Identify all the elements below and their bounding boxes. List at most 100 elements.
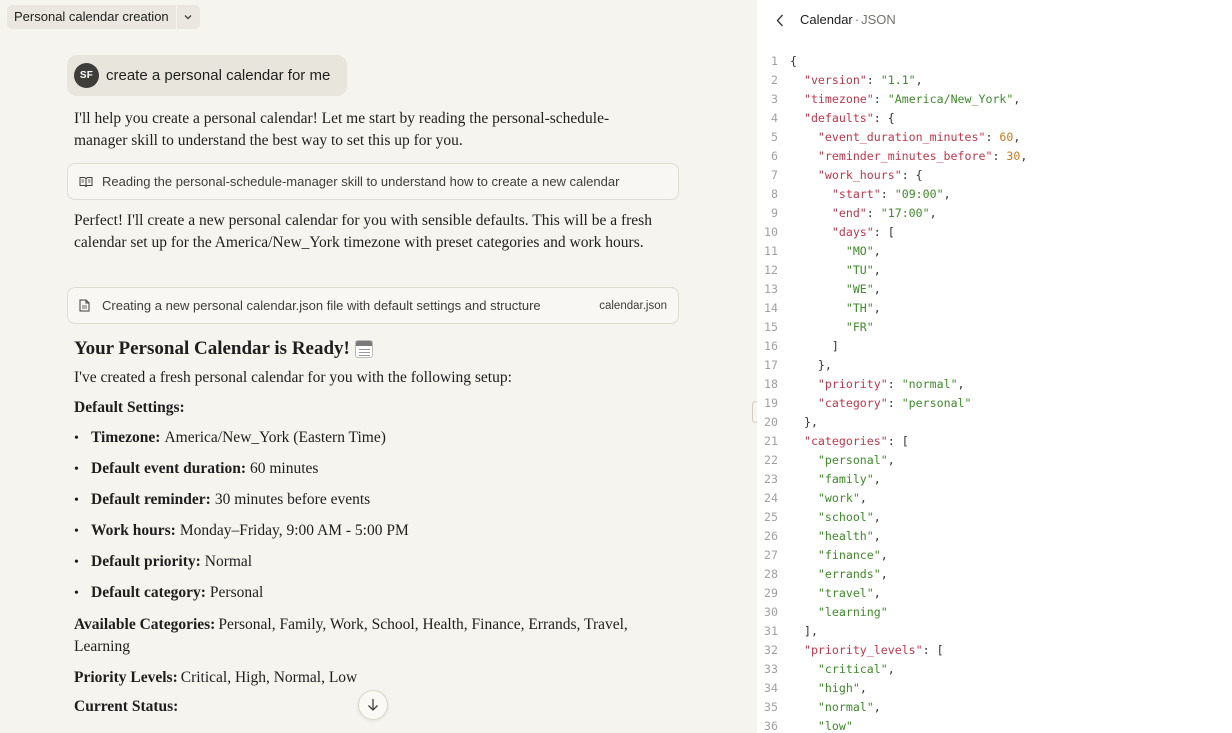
line-number: 19 (764, 396, 778, 410)
line-source: "MO", (845, 244, 881, 258)
code-line: 19 "category": "personal" (757, 394, 1027, 413)
list-item: • Default category: Personal (74, 584, 264, 601)
code-line: 18 "priority": "normal", (757, 375, 1027, 394)
file-icon (79, 299, 93, 313)
line-source: "start": "09:00", (831, 187, 951, 201)
code-line: 11 "MO", (757, 242, 1027, 261)
line-source: "category": "personal" (817, 396, 972, 410)
setting-value: 30 minutes before events (214, 491, 371, 508)
line-number: 28 (764, 567, 778, 581)
line-source: "normal", (817, 700, 881, 714)
user-message-text: create a personal calendar for me (106, 67, 331, 84)
code-view[interactable]: 1{2 "version": "1.1", 3 "timezone": "Amer… (757, 52, 1027, 733)
line-number: 11 (764, 244, 778, 258)
code-line: 14 "TH", (757, 299, 1027, 318)
code-line: 24 "work", (757, 489, 1027, 508)
setup-intro: I've created a fresh personal calendar f… (74, 369, 512, 386)
line-number: 10 (764, 225, 778, 239)
setting-value: Monday–Friday, 9:00 AM - 5:00 PM (179, 522, 409, 539)
line-source: "reminder_minutes_before": 30, (817, 149, 1028, 163)
tool-read-card[interactable]: Reading the personal-schedule-manager sk… (67, 163, 679, 200)
list-item: • Work hours: Monday–Friday, 9:00 AM - 5:0… (74, 522, 409, 539)
line-number: 13 (764, 282, 778, 296)
line-source: ], (790, 624, 818, 638)
code-line: 13 "WE", (757, 280, 1027, 299)
line-source: "family", (817, 472, 881, 486)
result-heading-text: Your Personal Calendar is Ready! (74, 338, 350, 359)
line-source: "finance", (817, 548, 888, 562)
list-item: • Default reminder: 30 minutes before even… (74, 491, 371, 508)
code-line: 15 "FR" (757, 318, 1027, 337)
setting-label: Work hours: (91, 522, 176, 539)
line-number: 14 (764, 301, 778, 315)
chat-pane: Personal calendar creation SF create a p… (0, 0, 755, 733)
code-line: 35 "normal", (757, 698, 1027, 717)
chevron-left-icon (776, 14, 784, 26)
line-number: 12 (764, 263, 778, 277)
line-source: "travel", (817, 586, 881, 600)
line-source: "FR" (845, 320, 874, 334)
line-number: 2 (771, 73, 778, 87)
calendar-icon (354, 340, 373, 358)
code-line: 8 "start": "09:00", (757, 185, 1027, 204)
assistant-response: Perfect! I'll create a new personal cale… (74, 212, 652, 251)
line-number: 33 (764, 662, 778, 676)
line-source: "priority_levels": [ (803, 643, 944, 657)
priorities-value: Critical, High, Normal, Low (180, 669, 358, 686)
line-number: 30 (764, 605, 778, 619)
line-source: "work", (817, 491, 867, 505)
line-number: 36 (764, 719, 778, 733)
back-button[interactable] (772, 11, 788, 29)
line-source: }, (790, 358, 832, 372)
code-line: 23 "family", (757, 470, 1027, 489)
line-source: "version": "1.1", (803, 73, 923, 87)
code-line: 3 "timezone": "America/New_York", (757, 90, 1027, 109)
line-number: 20 (764, 415, 778, 429)
code-line: 16 ] (757, 337, 1027, 356)
code-line: 29 "travel", (757, 584, 1027, 603)
code-line: 17 }, (757, 356, 1027, 375)
conversation-title-label: Personal calendar creation (14, 9, 169, 24)
code-line: 36 "low" (757, 717, 1027, 733)
tool-read-label: Reading the personal-schedule-manager sk… (102, 174, 620, 189)
line-source: "high", (817, 681, 867, 695)
line-number: 4 (771, 111, 778, 125)
line-number: 7 (771, 168, 778, 182)
setting-value: Normal (204, 553, 253, 570)
line-source: }, (790, 415, 818, 429)
line-number: 1 (771, 54, 778, 68)
code-line: 21 "categories": [ (757, 432, 1027, 451)
code-line: 4 "defaults": { (757, 109, 1027, 128)
line-number: 26 (764, 529, 778, 543)
line-number: 8 (771, 187, 778, 201)
code-line: 10 "days": [ (757, 223, 1027, 242)
setting-label: Default priority: (91, 553, 201, 570)
code-line: 1{ (757, 52, 1027, 71)
chevron-down-icon[interactable] (175, 5, 200, 29)
setting-value: Personal (209, 584, 264, 601)
code-line: 33 "critical", (757, 660, 1027, 679)
line-source: "TU", (845, 263, 881, 277)
default-settings-label: Default Settings: (74, 399, 185, 416)
code-line: 5 "event_duration_minutes": 60, (757, 128, 1027, 147)
priorities-label: Priority Levels: (74, 669, 178, 686)
setting-label: Default event duration: (91, 460, 246, 477)
available-categories: Available Categories: Personal, Family, W… (74, 614, 654, 658)
line-number: 27 (764, 548, 778, 562)
code-line: 6 "reminder_minutes_before": 30, (757, 147, 1027, 166)
code-line: 22 "personal", (757, 451, 1027, 470)
line-source: { (790, 54, 797, 68)
code-line: 2 "version": "1.1", (757, 71, 1027, 90)
line-number: 18 (764, 377, 778, 391)
line-source: "personal", (817, 453, 895, 467)
tool-create-label: Creating a new personal calendar.json fi… (102, 298, 541, 313)
tool-create-card[interactable]: Creating a new personal calendar.json fi… (67, 287, 679, 324)
line-source: "critical", (817, 662, 895, 676)
code-line: 7 "work_hours": { (757, 166, 1027, 185)
list-item: • Default event duration: 60 minutes (74, 460, 319, 477)
file-name-badge: calendar.json (599, 299, 667, 312)
line-number: 16 (764, 339, 778, 353)
artifact-pane: Calendar · JSON 1{2 "version": "1.1", 3 "ti… (757, 0, 1232, 733)
scroll-to-bottom-button[interactable] (358, 690, 388, 720)
conversation-title[interactable]: Personal calendar creation (7, 5, 200, 29)
